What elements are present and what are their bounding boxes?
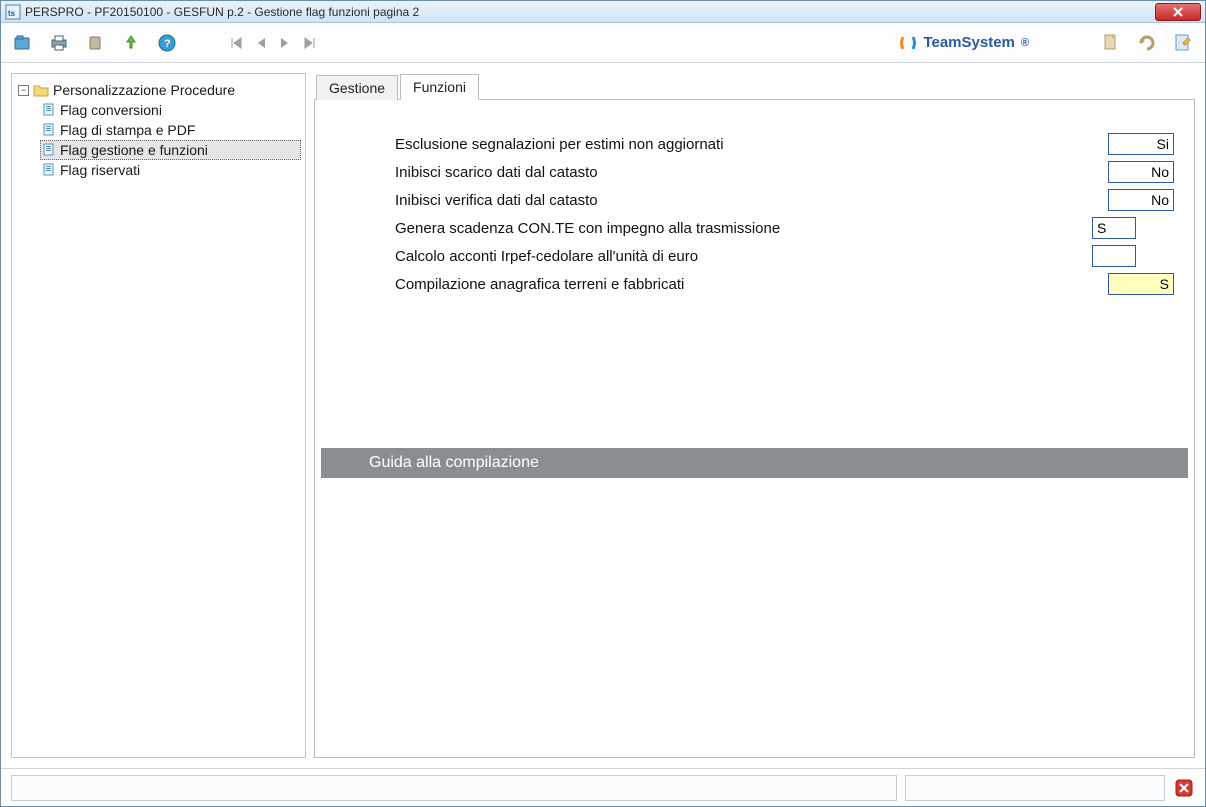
field-value-compilazione-anagrafica[interactable] bbox=[1108, 273, 1174, 295]
field-label: Inibisci verifica dati dal catasto bbox=[395, 192, 1092, 209]
tree-item-label: Flag gestione e funzioni bbox=[60, 142, 208, 158]
guide-title: Guida alla compilazione bbox=[369, 454, 539, 472]
form-area: Esclusione segnalazioni per estimi non a… bbox=[315, 100, 1194, 318]
svg-text:ts: ts bbox=[8, 9, 16, 18]
field-label: Inibisci scarico dati dal catasto bbox=[395, 164, 1092, 181]
tab-page-funzioni: Esclusione segnalazioni per estimi non a… bbox=[314, 99, 1195, 758]
toolbar: ? TeamSystem ® bbox=[1, 23, 1205, 63]
clipboard-button[interactable] bbox=[81, 29, 109, 57]
field-value-inibisci-verifica[interactable] bbox=[1108, 189, 1174, 211]
content-area: − Personalizzazione Procedure Flag conve… bbox=[1, 63, 1205, 768]
tab-strip: Gestione Funzioni bbox=[314, 73, 1195, 99]
statusbar bbox=[1, 768, 1205, 806]
open-button[interactable] bbox=[9, 29, 37, 57]
row-esclusione-segnalazioni: Esclusione segnalazioni per estimi non a… bbox=[395, 130, 1174, 158]
titlebar: ts PERSPRO - PF20150100 - GESFUN p.2 - G… bbox=[1, 1, 1205, 23]
tree-item-flag-stampa-pdf[interactable]: Flag di stampa e PDF bbox=[40, 120, 301, 140]
new-doc-button[interactable] bbox=[1097, 29, 1125, 57]
form-spacer bbox=[315, 318, 1194, 448]
main-panel: Gestione Funzioni Esclusione segnalazion… bbox=[314, 73, 1195, 758]
folder-icon bbox=[33, 83, 49, 97]
field-value-inibisci-scarico[interactable] bbox=[1108, 161, 1174, 183]
tree-expander-icon[interactable]: − bbox=[18, 85, 29, 96]
page-icon bbox=[42, 123, 56, 137]
tab-funzioni[interactable]: Funzioni bbox=[400, 74, 479, 100]
row-calcolo-acconti: Calcolo acconti Irpef-cedolare all'unità… bbox=[395, 242, 1174, 270]
brand-logo-icon bbox=[899, 34, 917, 52]
svg-text:?: ? bbox=[164, 38, 171, 50]
row-inibisci-verifica: Inibisci verifica dati dal catasto bbox=[395, 186, 1174, 214]
field-label: Calcolo acconti Irpef-cedolare all'unità… bbox=[395, 248, 1092, 265]
nav-last-button[interactable] bbox=[303, 36, 317, 50]
app-icon: ts bbox=[5, 4, 21, 20]
field-label: Esclusione segnalazioni per estimi non a… bbox=[395, 136, 1092, 153]
row-genera-scadenza: Genera scadenza CON.TE con impegno alla … bbox=[395, 214, 1174, 242]
nav-prev-button[interactable] bbox=[255, 36, 267, 50]
field-value-calcolo-acconti[interactable] bbox=[1092, 245, 1136, 267]
field-value-esclusione[interactable] bbox=[1108, 133, 1174, 155]
brand-logo-reg: ® bbox=[1021, 37, 1029, 49]
nav-first-button[interactable] bbox=[229, 36, 243, 50]
tree-item-flag-gestione-funzioni[interactable]: Flag gestione e funzioni bbox=[40, 140, 301, 160]
brand-logo-text: TeamSystem bbox=[923, 34, 1014, 51]
tree-root-label: Personalizzazione Procedure bbox=[53, 82, 235, 98]
field-label: Compilazione anagrafica terreni e fabbri… bbox=[395, 276, 1092, 293]
tree-item-flag-conversioni[interactable]: Flag conversioni bbox=[40, 100, 301, 120]
export-button[interactable] bbox=[117, 29, 145, 57]
edit-doc-button[interactable] bbox=[1169, 29, 1197, 57]
field-value-genera-scadenza[interactable] bbox=[1092, 217, 1136, 239]
status-field-main bbox=[11, 775, 897, 801]
window-close-button[interactable] bbox=[1155, 3, 1201, 21]
tree-panel: − Personalizzazione Procedure Flag conve… bbox=[11, 73, 306, 758]
status-field-secondary bbox=[905, 775, 1165, 801]
app-window: ts PERSPRO - PF20150100 - GESFUN p.2 - G… bbox=[0, 0, 1206, 807]
guide-header: Guida alla compilazione bbox=[321, 448, 1188, 478]
nav-group bbox=[229, 36, 317, 50]
page-icon bbox=[42, 163, 56, 177]
guide-body bbox=[321, 478, 1188, 751]
refresh-button[interactable] bbox=[1133, 29, 1161, 57]
tree-root: − Personalizzazione Procedure Flag conve… bbox=[16, 80, 301, 180]
tree-children: Flag conversioni Flag di stampa e PDF Fl… bbox=[16, 100, 301, 180]
tree-item-label: Flag riservati bbox=[60, 162, 140, 178]
print-button[interactable] bbox=[45, 29, 73, 57]
statusbar-close-button[interactable] bbox=[1173, 777, 1195, 799]
window-title: PERSPRO - PF20150100 - GESFUN p.2 - Gest… bbox=[25, 5, 419, 19]
nav-next-button[interactable] bbox=[279, 36, 291, 50]
page-icon bbox=[42, 143, 56, 157]
tab-gestione[interactable]: Gestione bbox=[316, 75, 398, 100]
tree-item-label: Flag conversioni bbox=[60, 102, 162, 118]
tree-item-label: Flag di stampa e PDF bbox=[60, 122, 195, 138]
row-compilazione-anagrafica: Compilazione anagrafica terreni e fabbri… bbox=[395, 270, 1174, 298]
row-inibisci-scarico: Inibisci scarico dati dal catasto bbox=[395, 158, 1174, 186]
page-icon bbox=[42, 103, 56, 117]
tree-root-row[interactable]: − Personalizzazione Procedure bbox=[16, 80, 301, 100]
brand-logo: TeamSystem ® bbox=[899, 34, 1029, 52]
toolbar-right bbox=[1097, 29, 1197, 57]
help-button[interactable]: ? bbox=[153, 29, 181, 57]
tree-item-flag-riservati[interactable]: Flag riservati bbox=[40, 160, 301, 180]
field-label: Genera scadenza CON.TE con impegno alla … bbox=[395, 220, 1092, 237]
